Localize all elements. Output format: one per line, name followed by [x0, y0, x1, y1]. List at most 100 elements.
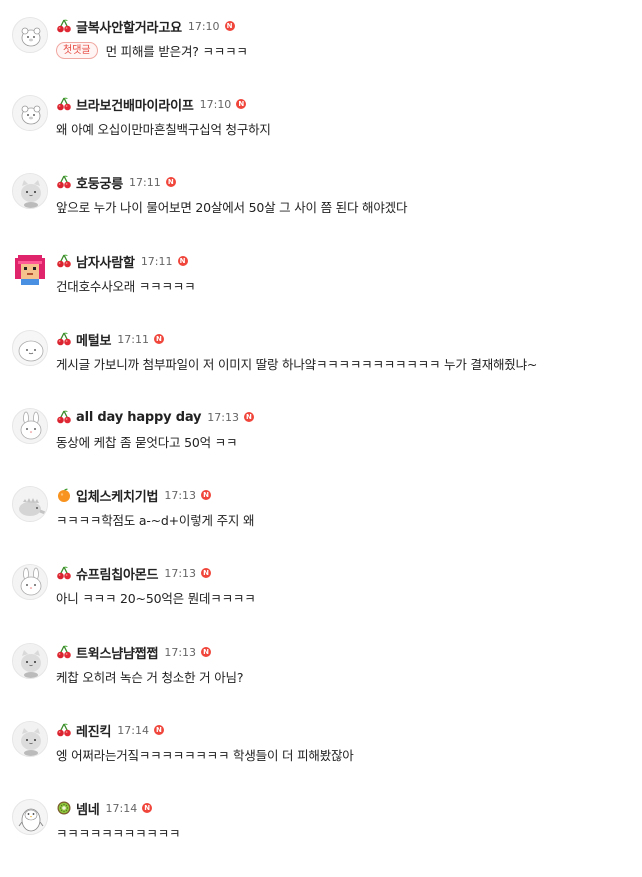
- comment-body: 아니 ㅋㅋㅋ 20~50억은 뭔데ㅋㅋㅋㅋ: [56, 587, 256, 607]
- comment-header: 슈프림칩아몬드 17:13 N: [56, 563, 212, 583]
- kiwi-level-icon: [56, 800, 72, 816]
- comment-body: ㅋㅋㅋㅋ학점도 a-~d+이렇게 주지 왜: [56, 509, 254, 529]
- new-badge: N: [201, 568, 212, 578]
- new-badge: N: [236, 99, 247, 109]
- new-badge: N: [153, 725, 164, 735]
- avatar[interactable]: [12, 173, 48, 209]
- comment-body: 엥 어쩌라는거짘ㅋㅋㅋㅋㅋㅋㅋㅋ 학생들이 더 피해봤잖아: [56, 744, 354, 764]
- comment-nickname[interactable]: 슈프림칩아몬드: [76, 564, 159, 583]
- cherry-level-icon: [56, 18, 72, 34]
- comment-text: 게시글 가보니까 첨부파일이 저 이미지 딸랑 하나얔ㅋㅋㅋㅋㅋㅋㅋㅋㅋㅋㅋ 누…: [56, 356, 538, 372]
- avatar[interactable]: [12, 408, 48, 444]
- comment-nickname[interactable]: 입체스케치기법: [76, 486, 159, 505]
- comment-item: 브라보건배마이라이프 17:10 N 왜 아예 오십이만마흔칠백구십억 청구하지: [0, 95, 642, 173]
- comment-item: 입체스케치기법 17:13 N ㅋㅋㅋㅋ학점도 a-~d+이렇게 주지 왜: [0, 486, 642, 564]
- comment-nickname[interactable]: 넴네: [76, 799, 100, 818]
- comment-header: 남자사람할 17:11 N: [56, 251, 188, 271]
- comment-header: 넴네 17:14 N: [56, 798, 153, 818]
- comment-time: 17:10: [187, 19, 220, 33]
- first-comment-tag: 첫댓글: [56, 41, 98, 59]
- comment-header: all day happy day 17:13 N: [56, 407, 254, 427]
- comment-body: 앞으로 누가 나이 물어보면 20살에서 50살 그 사이 쯤 된다 해야겠다: [56, 196, 407, 216]
- comment-item: 트윅스냠냠쩝쩝 17:13 N 케찹 오히려 녹슨 거 청소한 거 아님?: [0, 643, 642, 721]
- comment-nickname[interactable]: 브라보건배마이라이프: [76, 95, 194, 114]
- comment-body: 케찹 오히려 녹슨 거 청소한 거 아님?: [56, 666, 243, 686]
- comment-header: 브라보건배마이라이프 17:10 N: [56, 94, 247, 114]
- comment-time: 17:14: [105, 801, 138, 815]
- new-badge: N: [243, 412, 254, 422]
- comment-time: 17:11: [129, 175, 161, 189]
- avatar[interactable]: [12, 252, 48, 288]
- comment-text: 동상에 케찹 좀 묻엇다고 50억 ㅋㅋ: [56, 434, 238, 450]
- avatar[interactable]: [12, 486, 48, 522]
- comment-text: 앞으로 누가 나이 물어보면 20살에서 50살 그 사이 쯤 된다 해야겠다: [56, 199, 408, 215]
- comment-text: ㅋㅋㅋㅋ학점도 a-~d+이렇게 주지 왜: [56, 512, 255, 528]
- comment-text: 엥 어쩌라는거짘ㅋㅋㅋㅋㅋㅋㅋㅋ 학생들이 더 피해봤잖아: [56, 747, 354, 763]
- comment-item: 슈프림칩아몬드 17:13 N 아니 ㅋㅋㅋ 20~50억은 뭔데ㅋㅋㅋㅋ: [0, 564, 642, 642]
- cherry-level-icon: [56, 174, 72, 190]
- avatar[interactable]: [12, 799, 48, 835]
- orange-level-icon: [56, 487, 72, 503]
- comment-item: 호둥궁릉 17:11 N 앞으로 누가 나이 물어보면 20살에서 50살 그 사이 …: [0, 173, 642, 251]
- comment-header: 호둥궁릉 17:11 N: [56, 172, 176, 192]
- comment-time: 17:11: [117, 332, 149, 346]
- comment-time: 17:13: [207, 410, 239, 424]
- comment-item: 넴네 17:14 N ㅋㅋㅋㅋㅋㅋㅋㅋㅋㅋㅋ: [0, 799, 642, 877]
- new-badge: N: [153, 334, 164, 344]
- comment-header: 글복사안할거라고요 17:10 N: [56, 16, 235, 36]
- comment-item: 글복사안할거라고요 17:10 N 첫댓글 먼 피해를 받은겨? ㅋㅋㅋㅋ: [0, 17, 642, 95]
- cherry-level-icon: [56, 331, 72, 347]
- comment-nickname[interactable]: 메털보: [76, 330, 111, 349]
- cherry-level-icon: [56, 253, 72, 269]
- comment-time: 17:14: [117, 723, 149, 737]
- comment-body: 왜 아예 오십이만마흔칠백구십억 청구하지: [56, 118, 271, 138]
- comment-item: 남자사람할 17:11 N 건대호수사오래 ㅋㅋㅋㅋㅋ: [0, 252, 642, 330]
- comment-header: 트윅스냠냠쩝쩝 17:13 N: [56, 642, 212, 662]
- comment-text: 건대호수사오래 ㅋㅋㅋㅋㅋ: [56, 278, 196, 294]
- cherry-level-icon: [56, 644, 72, 660]
- comment-nickname[interactable]: 남자사람할: [76, 252, 135, 271]
- comment-body: ㅋㅋㅋㅋㅋㅋㅋㅋㅋㅋㅋ: [56, 822, 181, 842]
- avatar[interactable]: [12, 95, 48, 131]
- new-badge: N: [177, 256, 188, 266]
- comment-header: 입체스케치기법 17:13 N: [56, 485, 212, 505]
- new-badge: N: [142, 803, 153, 813]
- comment-item: 메털보 17:11 N 게시글 가보니까 첨부파일이 저 이미지 딸랑 하나얔ㅋㅋㅋㅋ…: [0, 330, 642, 408]
- new-badge: N: [201, 647, 212, 657]
- comment-text: 먼 피해를 받은겨? ㅋㅋㅋㅋ: [105, 43, 248, 59]
- comment-nickname[interactable]: 글복사안할거라고요: [76, 17, 182, 36]
- avatar[interactable]: [12, 17, 48, 53]
- avatar[interactable]: [12, 643, 48, 679]
- comment-header: 레진킥 17:14 N: [56, 720, 164, 740]
- cherry-level-icon: [56, 96, 72, 112]
- comment-body: 게시글 가보니까 첨부파일이 저 이미지 딸랑 하나얔ㅋㅋㅋㅋㅋㅋㅋㅋㅋㅋㅋ 누…: [56, 353, 537, 373]
- comment-text: 아니 ㅋㅋㅋ 20~50억은 뭔데ㅋㅋㅋㅋ: [56, 590, 256, 606]
- cherry-level-icon: [56, 722, 72, 738]
- avatar[interactable]: [12, 721, 48, 757]
- comment-time: 17:13: [164, 645, 197, 659]
- comment-nickname[interactable]: all day happy day: [76, 410, 201, 425]
- cherry-level-icon: [56, 565, 72, 581]
- new-badge: N: [165, 177, 176, 187]
- comment-time: 17:13: [164, 566, 197, 580]
- comment-header: 메털보 17:11 N: [56, 329, 164, 349]
- comment-body: 첫댓글 먼 피해를 받은겨? ㅋㅋㅋㅋ: [56, 40, 248, 60]
- avatar[interactable]: [12, 564, 48, 600]
- comment-text: 케찹 오히려 녹슨 거 청소한 거 아님?: [56, 669, 244, 685]
- comment-time: 17:13: [164, 488, 197, 502]
- comment-text: 왜 아예 오십이만마흔칠백구십억 청구하지: [56, 121, 271, 137]
- avatar[interactable]: [12, 330, 48, 366]
- comment-text: ㅋㅋㅋㅋㅋㅋㅋㅋㅋㅋㅋ: [56, 825, 181, 841]
- comment-time: 17:10: [199, 97, 232, 111]
- comment-nickname[interactable]: 트윅스냠냠쩝쩝: [76, 643, 159, 662]
- comment-item: all day happy day 17:13 N 동상에 케찹 좀 묻엇다고 50억…: [0, 408, 642, 486]
- new-badge: N: [224, 21, 235, 31]
- cherry-level-icon: [56, 409, 72, 425]
- comment-body: 동상에 케찹 좀 묻엇다고 50억 ㅋㅋ: [56, 431, 237, 451]
- comment-body: 건대호수사오래 ㅋㅋㅋㅋㅋ: [56, 275, 196, 295]
- comment-nickname[interactable]: 레진킥: [76, 721, 111, 740]
- comment-nickname[interactable]: 호둥궁릉: [76, 173, 123, 192]
- comment-item: 레진킥 17:14 N 엥 어쩌라는거짘ㅋㅋㅋㅋㅋㅋㅋㅋ 학생들이 더 피해봤잖아: [0, 721, 642, 799]
- comment-time: 17:11: [140, 254, 173, 268]
- new-badge: N: [201, 490, 212, 500]
